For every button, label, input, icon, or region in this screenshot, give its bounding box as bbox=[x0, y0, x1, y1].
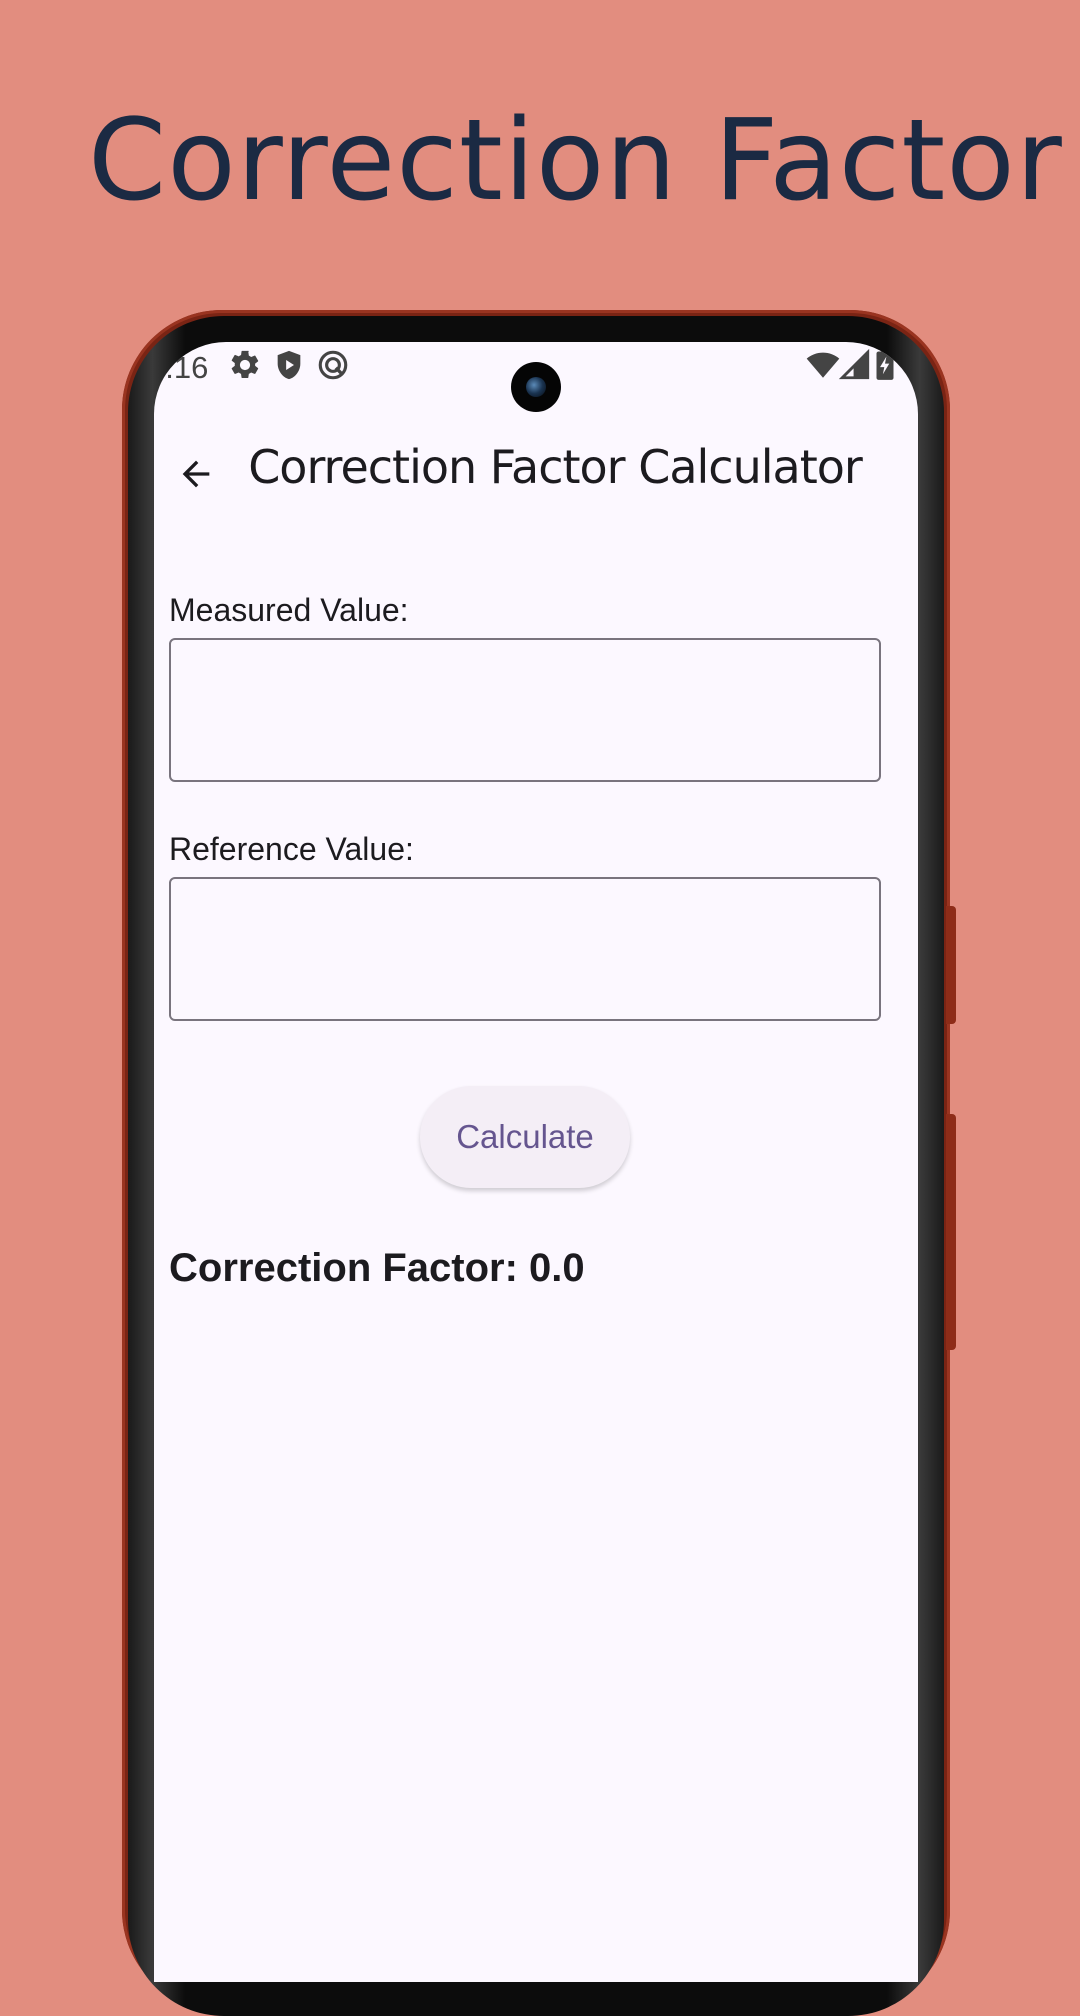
play-protect-icon bbox=[277, 350, 301, 380]
battery-charging-icon bbox=[876, 349, 894, 380]
volume-button bbox=[946, 906, 956, 1024]
calculate-button[interactable]: Calculate bbox=[420, 1086, 630, 1188]
measured-value-input[interactable] bbox=[169, 638, 881, 782]
front-camera bbox=[511, 362, 561, 412]
promo-headline: Correction Factor bbox=[88, 96, 1063, 226]
wifi-icon bbox=[806, 352, 840, 378]
power-button bbox=[946, 1114, 956, 1350]
reference-value-input[interactable] bbox=[169, 877, 881, 1021]
measured-value-label: Measured Value: bbox=[169, 592, 409, 628]
status-time: 2:16 bbox=[154, 350, 209, 385]
correction-factor-result: Correction Factor: 0.0 bbox=[169, 1246, 585, 1290]
app-title: Correction Factor Calculator bbox=[248, 440, 863, 494]
do-not-disturb-icon bbox=[318, 350, 348, 380]
reference-value-label: Reference Value: bbox=[169, 831, 414, 867]
phone-screen: 2:16 Correction Factor Calculator Measur… bbox=[154, 342, 918, 1982]
gear-icon bbox=[231, 350, 259, 379]
cell-signal-icon bbox=[838, 348, 870, 380]
